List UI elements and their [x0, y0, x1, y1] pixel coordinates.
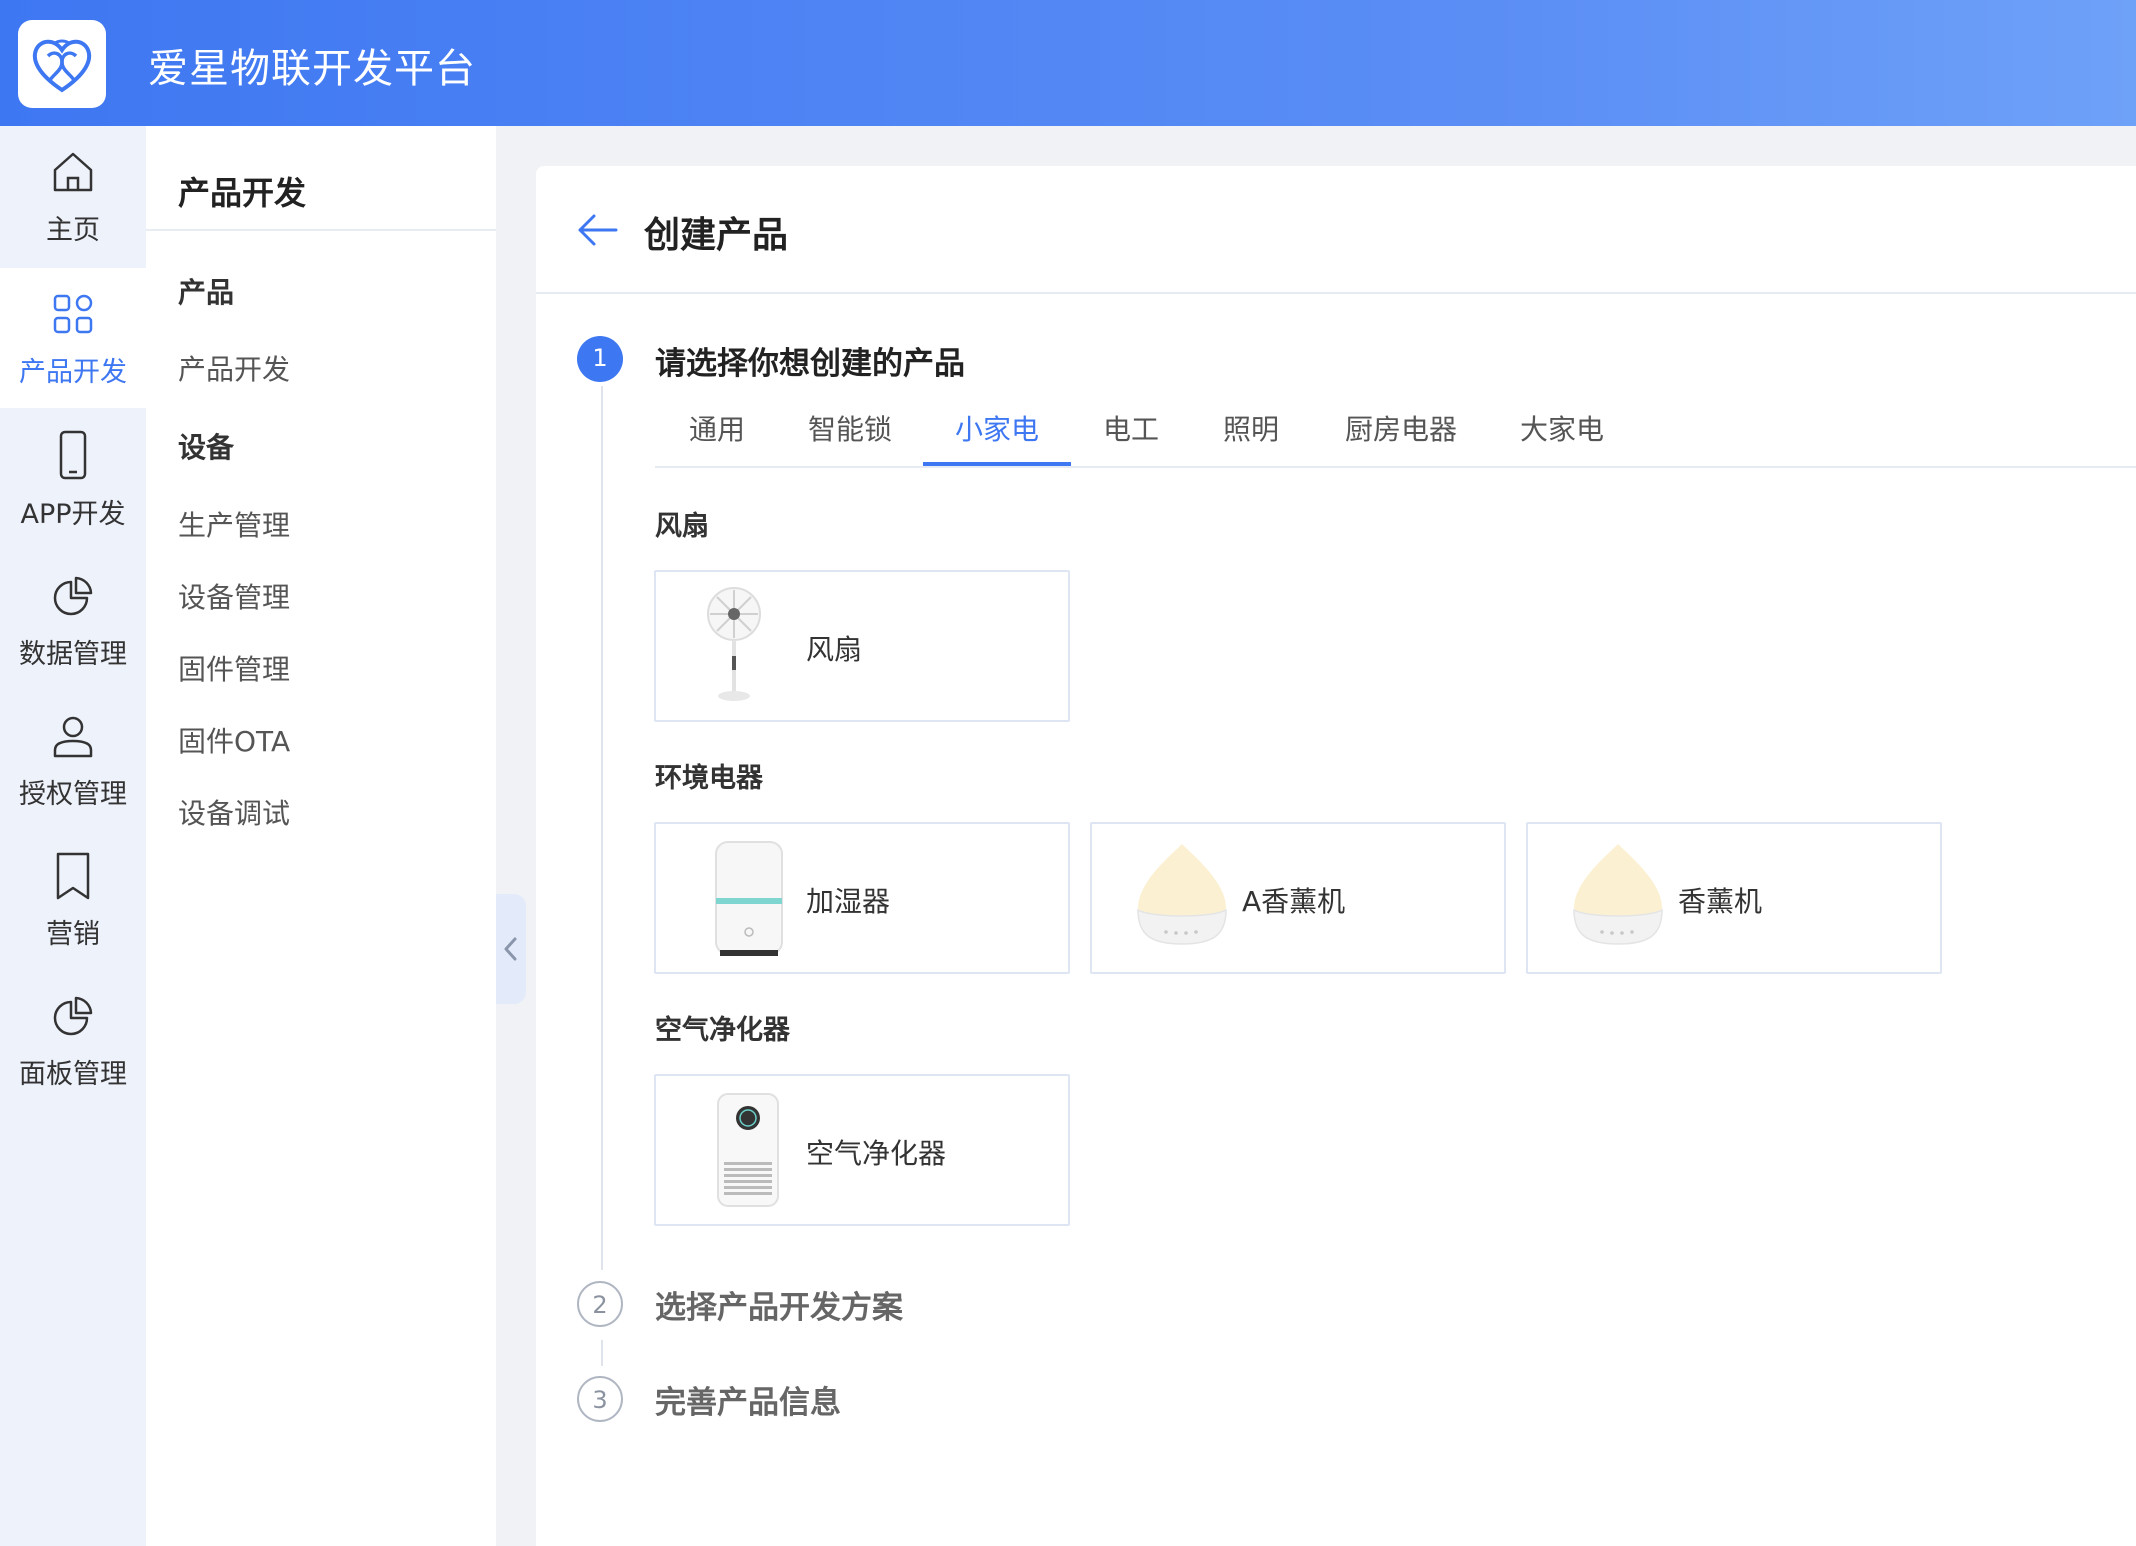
back-arrow-icon[interactable] [576, 210, 620, 250]
rail-item-app-dev[interactable]: APP开发 [0, 410, 146, 550]
product-card-fan[interactable]: 风扇 [654, 570, 1070, 722]
product-card-humidifier[interactable]: 加湿器 [654, 822, 1070, 974]
category-tabs: 通用 智能锁 小家电 电工 照明 厨房电器 大家电 [655, 396, 2136, 468]
secondary-nav: 产品开发 产品 产品开发 设备 生产管理 设备管理 固件管理 固件OTA 设备调… [146, 126, 496, 1546]
product-name: 空气净化器 [806, 1137, 947, 1170]
pie-chart-icon [53, 996, 93, 1036]
step-1-indicator: 1 [577, 336, 623, 382]
step-2-indicator: 2 [577, 1281, 623, 1327]
rail-label: 营销 [46, 919, 100, 950]
category-title-fan: 风扇 [655, 511, 709, 542]
product-name: 香薰机 [1678, 885, 1763, 918]
product-name: 风扇 [806, 633, 863, 666]
subnav-item-firmware[interactable]: 固件管理 [178, 648, 290, 688]
page-title: 创建产品 [644, 215, 789, 256]
step-3-indicator: 3 [577, 1376, 623, 1422]
product-name: 加湿器 [806, 885, 891, 918]
step-3-title: 完善产品信息 [655, 1385, 841, 1421]
subnav-item-ota[interactable]: 固件OTA [178, 720, 290, 760]
subnav-group-product: 产品 [178, 276, 235, 309]
subnav-item-product-dev[interactable]: 产品开发 [178, 348, 290, 388]
active-tab-indicator [923, 462, 1071, 466]
air-purifier-image [717, 1093, 779, 1207]
card-header: 创建产品 [536, 166, 2136, 294]
rail-label: 面板管理 [19, 1059, 127, 1090]
collapse-sidebar-button[interactable] [496, 894, 526, 1004]
tab-smart-lock[interactable]: 智能锁 [805, 408, 895, 448]
subnav-item-device-mgmt[interactable]: 设备管理 [178, 576, 290, 616]
rail-label: 数据管理 [19, 639, 127, 670]
primary-nav-rail: 主页 产品开发 APP开发 数据管理 授权管理 营销 面板管理 [0, 126, 146, 1546]
chevron-left-icon [504, 937, 517, 961]
divider [146, 229, 496, 231]
subnav-group-device: 设备 [178, 431, 235, 464]
tab-small-appliance[interactable]: 小家电 [923, 408, 1071, 448]
subnav-item-production[interactable]: 生产管理 [178, 504, 290, 544]
subnav-item-debug[interactable]: 设备调试 [178, 792, 290, 832]
app-title: 爱星物联开发平台 [148, 46, 476, 92]
tab-lighting[interactable]: 照明 [1221, 408, 1281, 448]
product-card-aroma[interactable]: 香薰机 [1526, 822, 1942, 974]
tab-large-appliance[interactable]: 大家电 [1517, 408, 1607, 448]
step-2-title: 选择产品开发方案 [655, 1290, 903, 1326]
rail-item-auth[interactable]: 授权管理 [0, 690, 146, 830]
rail-item-panel[interactable]: 面板管理 [0, 970, 146, 1110]
phone-icon [59, 430, 87, 480]
grid-icon [53, 294, 93, 334]
humidifier-image [715, 841, 783, 956]
product-card-aroma-a[interactable]: A香薰机 [1090, 822, 1506, 974]
heart-logo-icon [32, 39, 92, 93]
aroma-diffuser-image [1573, 844, 1663, 945]
product-name: A香薰机 [1242, 885, 1346, 918]
rail-item-marketing[interactable]: 营销 [0, 830, 146, 970]
aroma-diffuser-image [1137, 844, 1227, 945]
rail-item-data[interactable]: 数据管理 [0, 550, 146, 690]
top-header: 爱星物联开发平台 [0, 0, 2136, 126]
home-icon [53, 152, 93, 192]
subnav-title: 产品开发 [178, 174, 307, 212]
tab-general[interactable]: 通用 [687, 408, 747, 448]
product-card-air-purifier[interactable]: 空气净化器 [654, 1074, 1070, 1226]
pie-chart-icon [53, 576, 93, 616]
rail-label: 产品开发 [19, 357, 127, 388]
app-logo[interactable] [18, 20, 106, 108]
category-title-air-purifier: 空气净化器 [655, 1015, 790, 1046]
step-connector [601, 386, 603, 1270]
rail-label: 授权管理 [19, 779, 127, 810]
category-title-environment: 环境电器 [655, 763, 763, 794]
step-connector [601, 1340, 603, 1366]
tab-electrical[interactable]: 电工 [1101, 408, 1161, 448]
user-icon [53, 716, 93, 758]
step-1-title: 请选择你想创建的产品 [655, 346, 965, 382]
bookmark-icon [56, 852, 90, 900]
rail-item-home[interactable]: 主页 [0, 126, 146, 266]
tab-kitchen[interactable]: 厨房电器 [1341, 408, 1461, 448]
fan-image [707, 587, 761, 701]
rail-label: APP开发 [20, 499, 126, 530]
rail-item-product-dev[interactable]: 产品开发 [0, 268, 146, 408]
rail-label: 主页 [46, 215, 100, 246]
